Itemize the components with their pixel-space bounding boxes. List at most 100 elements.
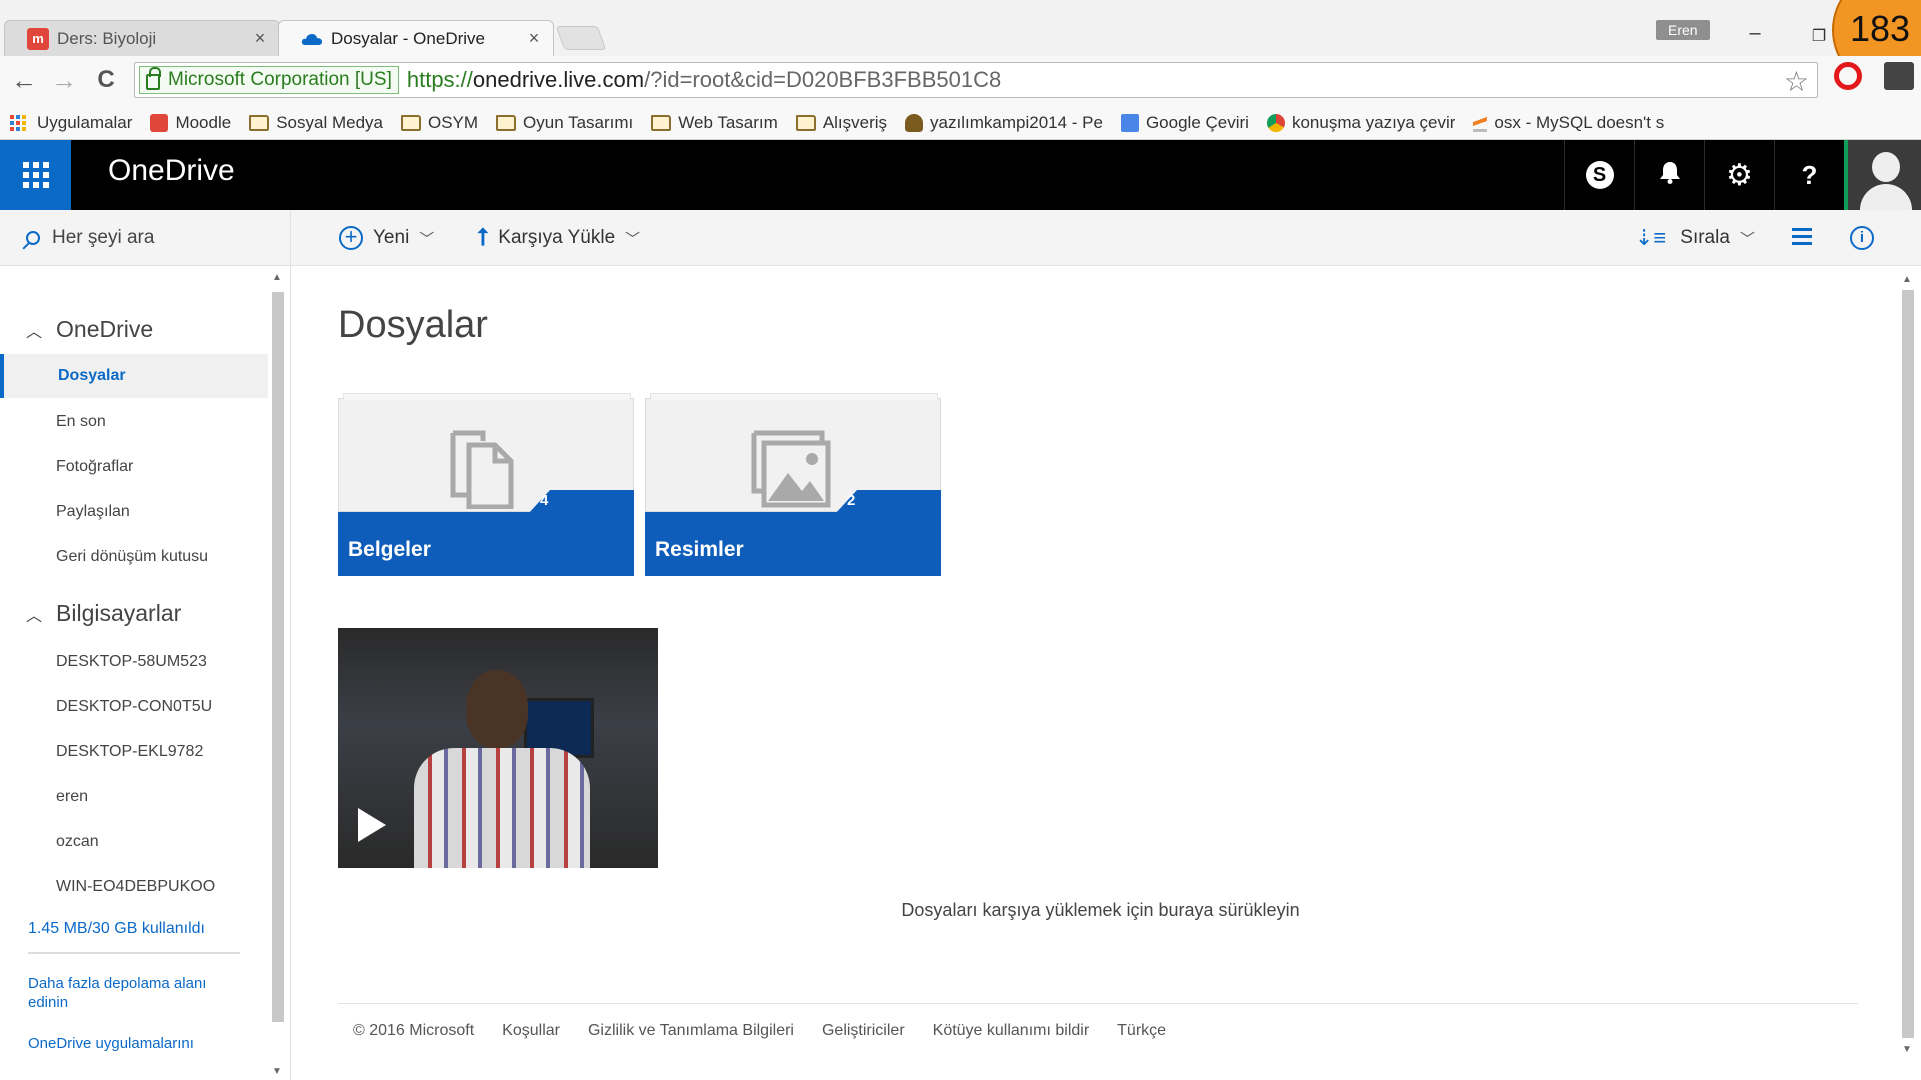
restore-icon[interactable]: ❐: [1802, 26, 1836, 46]
sidebar-item-en-son[interactable]: En son: [56, 413, 106, 431]
upload-label: Karşıya Yükle: [498, 227, 616, 248]
apps-grid-icon: [10, 114, 30, 131]
scroll-down-icon[interactable]: ▼: [1902, 1044, 1912, 1055]
brand-title[interactable]: OneDrive: [108, 154, 235, 188]
avatar[interactable]: [1844, 140, 1921, 210]
sidebar-item-computer[interactable]: ozcan: [56, 833, 99, 851]
folder-icon: [249, 114, 270, 131]
footer-copyright: © 2016 Microsoft: [353, 1022, 475, 1039]
minimize-icon[interactable]: –: [1738, 22, 1772, 45]
sidebar-scrollbar[interactable]: ▲ ▼: [268, 266, 288, 1080]
close-tab-icon[interactable]: ×: [525, 28, 543, 49]
sidebar-item-computer[interactable]: DESKTOP-EKL9782: [56, 743, 203, 761]
section-onedrive[interactable]: ︿ OneDrive: [26, 316, 153, 343]
extension-icon[interactable]: [1884, 62, 1914, 90]
footer-link-terms[interactable]: Koşullar: [502, 1022, 560, 1040]
tab-title: Ders: Biyoloji: [57, 28, 157, 48]
bookmark-moodle[interactable]: Moodle: [150, 113, 231, 133]
bookmark-osym[interactable]: OSYM: [400, 113, 478, 133]
bookmark-google-ceviri[interactable]: Google Çeviri: [1120, 113, 1249, 133]
scroll-down-icon[interactable]: ▼: [272, 1066, 282, 1077]
url-text[interactable]: https://onedrive.live.com/?id=root&cid=D…: [407, 67, 1001, 93]
bookmark-alisveris[interactable]: Alışveriş: [795, 113, 887, 133]
main-scrollbar[interactable]: ▲ ▼: [1898, 270, 1918, 1070]
footer: © 2016 Microsoft Koşullar Gizlilik ve Ta…: [353, 1022, 1194, 1040]
upload-button[interactable]: ⭡ Karşıya Yükle ﹀: [477, 210, 640, 266]
moodle-icon: [150, 113, 169, 132]
bookmark-konusma[interactable]: konuşma yazıya çevir: [1266, 113, 1455, 133]
reload-icon[interactable]: C: [88, 62, 124, 98]
url-scheme: https://: [406, 67, 473, 92]
scroll-up-icon[interactable]: ▲: [1902, 274, 1912, 285]
bookmark-yazilimkampi[interactable]: yazılımkampi2014 - Pe: [905, 113, 1103, 133]
bookmark-label: osx - MySQL doesn't s: [1494, 112, 1665, 132]
sidebar-item-computer[interactable]: WIN-EO4DEBPUKOO: [56, 878, 215, 896]
sidebar-item-computer[interactable]: DESKTOP-58UM523: [56, 653, 207, 671]
folder-tile-belgeler[interactable]: 4 Belgeler: [338, 393, 634, 576]
tab-onedrive[interactable]: Dosyalar - OneDrive ×: [278, 20, 554, 56]
list-view-icon[interactable]: [1792, 228, 1812, 246]
chevron-up-icon: ︿: [26, 607, 43, 625]
storage-quota-link[interactable]: 1.45 MB/30 GB kullanıldı: [28, 920, 205, 938]
bookmarks-bar: Uygulamalar Moodle Sosyal Medya OSYM Oyu…: [0, 106, 1921, 140]
tab-title: Dosyalar - OneDrive: [331, 28, 485, 48]
bookmark-star-icon[interactable]: ☆: [1784, 65, 1809, 98]
get-more-storage-link[interactable]: Daha fazla depolama alanı edinin: [28, 974, 238, 1012]
scrollbar-thumb[interactable]: [1902, 290, 1914, 1038]
info-icon[interactable]: i: [1850, 226, 1874, 250]
opera-extension-icon[interactable]: [1834, 62, 1862, 90]
bookmark-sosyal-medya[interactable]: Sosyal Medya: [249, 113, 383, 133]
plus-icon: +: [339, 226, 363, 250]
play-icon[interactable]: [358, 808, 386, 842]
upload-icon: ⭡: [477, 224, 489, 251]
section-bilgisayarlar[interactable]: ︿ Bilgisayarlar: [26, 600, 181, 627]
sidebar-item-fotograflar[interactable]: Fotoğraflar: [56, 458, 133, 476]
profile-badge[interactable]: Eren: [1656, 20, 1710, 40]
browser-toolbar: ← → C Microsoft Corporation [US] https:/…: [0, 56, 1921, 106]
video-person-head: [466, 670, 528, 748]
bookmark-oyun-tasarimi[interactable]: Oyun Tasarımı: [496, 113, 633, 133]
footer-link-privacy[interactable]: Gizlilik ve Tanımlama Bilgileri: [588, 1022, 794, 1040]
question-icon: ?: [1801, 159, 1818, 190]
app-launcher-button[interactable]: [0, 140, 71, 210]
help-button[interactable]: ?: [1774, 140, 1844, 210]
sort-button[interactable]: ⇣≡ Sırala ﹀: [1635, 210, 1755, 266]
new-button[interactable]: + Yeni ﹀: [339, 210, 434, 266]
ev-certificate-badge[interactable]: Microsoft Corporation [US]: [139, 66, 399, 94]
gear-icon: ⚙: [1726, 158, 1753, 192]
skype-button[interactable]: S: [1564, 140, 1634, 210]
ev-label: Microsoft Corporation [US]: [168, 69, 392, 90]
bell-icon: [1659, 160, 1681, 191]
bookmark-uygulamalar[interactable]: Uygulamalar: [10, 113, 132, 133]
folder-icon: [496, 114, 517, 131]
video-thumbnail[interactable]: [338, 628, 658, 868]
folder-tile-resimler[interactable]: 2 Resimler: [645, 393, 941, 576]
pictures-icon: [751, 430, 831, 508]
bookmark-label: Sosyal Medya: [276, 112, 383, 132]
footer-link-report-abuse[interactable]: Kötüye kullanımı bildir: [933, 1022, 1090, 1040]
bookmark-label: Moodle: [175, 112, 232, 132]
tab-ders-biyoloji[interactable]: m Ders: Biyoloji ×: [4, 20, 280, 56]
scroll-up-icon[interactable]: ▲: [272, 272, 282, 283]
bookmark-web-tasarim[interactable]: Web Tasarım: [651, 113, 778, 133]
close-tab-icon[interactable]: ×: [251, 28, 269, 49]
search-input[interactable]: Her şeyi ara: [0, 210, 290, 266]
forward-icon[interactable]: →: [46, 62, 82, 98]
notifications-button[interactable]: [1634, 140, 1704, 210]
sidebar-item-paylasilan[interactable]: Paylaşılan: [56, 503, 130, 521]
footer-link-developers[interactable]: Geliştiriciler: [822, 1022, 905, 1040]
address-bar[interactable]: Microsoft Corporation [US] https://onedr…: [134, 62, 1818, 98]
get-onedrive-apps-link[interactable]: OneDrive uygulamalarını: [28, 1034, 238, 1053]
settings-button[interactable]: ⚙: [1704, 140, 1774, 210]
sidebar-item-geri-donusum[interactable]: Geri dönüşüm kutusu: [56, 548, 208, 566]
sidebar-item-dosyalar[interactable]: Dosyalar: [0, 354, 268, 398]
sidebar-item-computer[interactable]: DESKTOP-CON0T5U: [56, 698, 212, 716]
bookmark-osx-mysql[interactable]: osx - MySQL doesn't s: [1473, 113, 1664, 133]
back-icon[interactable]: ←: [6, 62, 42, 98]
sidebar-item-computer[interactable]: eren: [56, 788, 88, 806]
item-count: 4: [540, 492, 549, 509]
scrollbar-thumb[interactable]: [272, 292, 284, 1022]
new-tab-button[interactable]: [555, 26, 607, 50]
footer-link-language[interactable]: Türkçe: [1117, 1022, 1166, 1040]
folder-icon: [400, 114, 421, 131]
